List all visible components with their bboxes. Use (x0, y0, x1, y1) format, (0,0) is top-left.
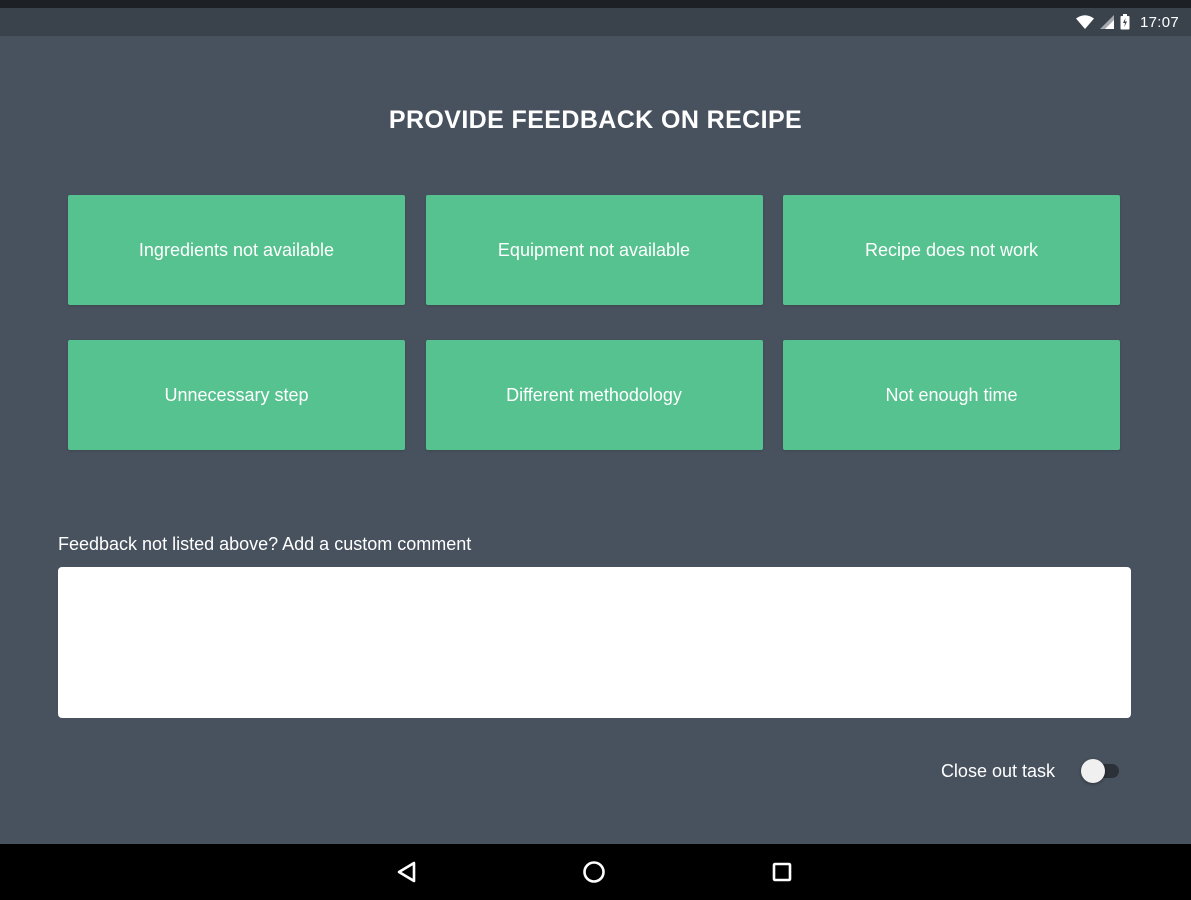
feedback-option-unnecessary-step[interactable]: Unnecessary step (68, 340, 405, 450)
home-button[interactable] (580, 858, 608, 886)
status-bar: 17:07 (0, 8, 1191, 36)
wifi-icon (1075, 15, 1094, 29)
custom-comment-label: Feedback not listed above? Add a custom … (58, 534, 472, 554)
feedback-option-equipment[interactable]: Equipment not available (425, 195, 763, 305)
back-icon (393, 858, 421, 886)
feedback-options-grid: Ingredients not available Equipment not … (68, 195, 1120, 450)
feedback-screen: PROVIDE FEEDBACK ON RECIPE Ingredients n… (0, 36, 1191, 844)
feedback-option-ingredients[interactable]: Ingredients not available (68, 195, 405, 305)
feedback-option-different-methodology[interactable]: Different methodology (425, 340, 763, 450)
battery-icon (1120, 14, 1130, 30)
custom-comment-input[interactable] (58, 567, 1131, 718)
feedback-option-recipe-not-work[interactable]: Recipe does not work (783, 195, 1120, 305)
recents-icon (768, 858, 796, 886)
close-task-label: Close out task (940, 760, 1055, 781)
app-screen: 17:07 PROVIDE FEEDBACK ON RECIPE Ingredi… (0, 0, 1191, 900)
navigation-bar (0, 844, 1191, 900)
status-time: 17:07 (1139, 13, 1179, 31)
screen-top-edge (0, 0, 1191, 8)
home-icon (580, 858, 608, 886)
back-button[interactable] (393, 858, 421, 886)
close-task-row: Close out task (941, 758, 1119, 784)
close-task-toggle[interactable] (1081, 759, 1119, 783)
toggle-thumb (1081, 759, 1105, 783)
status-icons: 17:07 (1075, 8, 1179, 36)
page-title: PROVIDE FEEDBACK ON RECIPE (388, 106, 803, 134)
feedback-option-not-enough-time[interactable]: Not enough time (783, 340, 1120, 450)
cell-signal-icon (1099, 15, 1114, 29)
recents-button[interactable] (768, 858, 796, 886)
